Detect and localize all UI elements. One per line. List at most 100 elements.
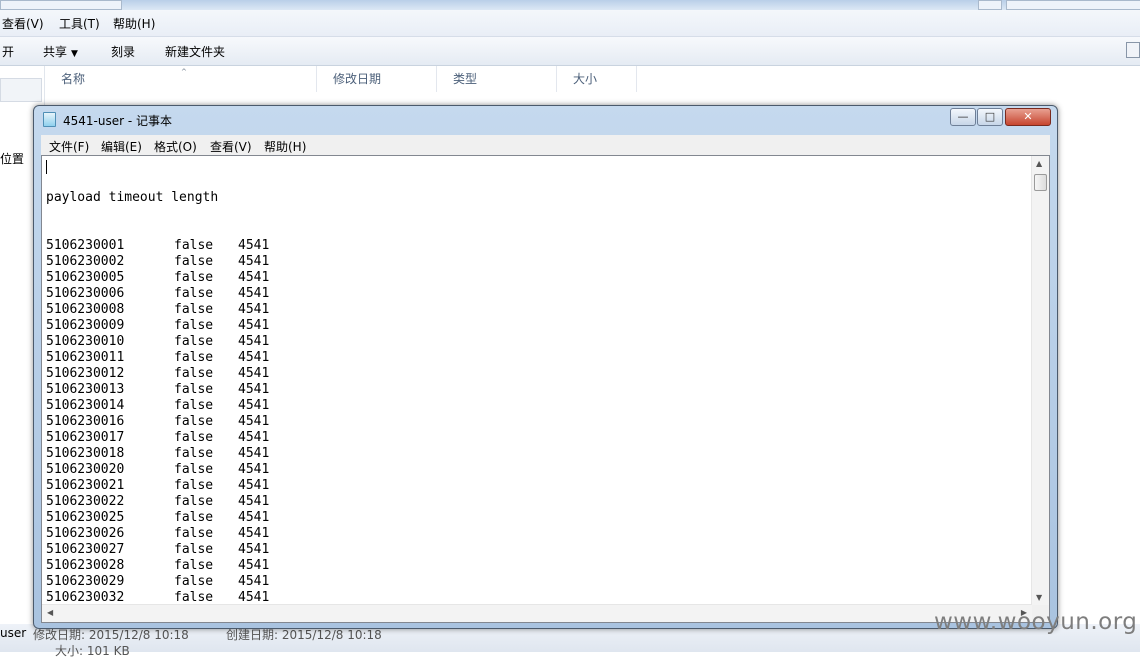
scroll-down-icon[interactable]: ▼ (1036, 593, 1042, 602)
row-length: 4541 (238, 510, 270, 525)
text-row: 5106230029 false 4541 (46, 574, 269, 590)
data-rows: 5106230001 false 4541 5106230002 false 4541 51… (46, 238, 270, 623)
row-payload: 5106230017 (46, 430, 125, 445)
scroll-up-icon[interactable]: ▲ (1036, 159, 1042, 168)
menu-file[interactable]: 文件(F) (49, 138, 89, 155)
chevron-down-icon: ▼ (71, 49, 78, 59)
text-row: 5106230025 false 4541 (46, 510, 269, 526)
row-payload: 5106230010 (46, 334, 125, 349)
explorer-menu-tools[interactable]: 工具(T) (59, 15, 100, 32)
text-row: 5106230010 false 4541 (46, 334, 269, 350)
row-payload: 5106230009 (46, 318, 125, 333)
row-length: 4541 (238, 382, 270, 397)
vertical-scrollbar[interactable]: ▲ ▼ (1031, 156, 1049, 605)
row-timeout: false (174, 622, 238, 623)
layout-pane-icon[interactable] (1126, 42, 1140, 58)
address-dropdown-fragment[interactable] (978, 0, 1002, 10)
new-folder-button[interactable]: 新建文件夹 (165, 43, 225, 60)
row-length: 4541 (238, 254, 270, 269)
row-timeout: false (174, 254, 214, 269)
row-payload: 5106230001 (46, 238, 125, 253)
text-row: 5106230001 false 4541 (46, 238, 269, 254)
row-timeout: false (174, 350, 214, 365)
text-editor-area[interactable]: payload timeout length 5106230001 false 45… (41, 155, 1050, 623)
nav-pane-item[interactable] (0, 78, 42, 102)
menu-view[interactable]: 查看(V) (210, 138, 252, 155)
row-payload: 5106230006 (46, 286, 125, 301)
explorer-menu-view[interactable]: 查看(V) (2, 15, 44, 32)
row-payload: 5106230018 (46, 446, 125, 461)
share-button-label: 共享 (43, 45, 68, 59)
column-header-type[interactable]: 类型 (437, 66, 557, 92)
notepad-window: 4541-user - 记事本 — □ ✕ 文件(F) 编辑(E) 格式(O) … (33, 105, 1058, 629)
column-header-size[interactable]: 大小 (557, 66, 637, 92)
row-timeout: false (174, 526, 214, 541)
row-timeout: false (174, 382, 214, 397)
horizontal-scrollbar[interactable]: ◀ ▶ (42, 604, 1032, 622)
row-payload: 5106230034 (46, 622, 174, 623)
details-filename: user (0, 626, 27, 640)
notepad-icon[interactable] (43, 112, 56, 127)
row-length: 4541 (238, 398, 270, 413)
maximize-button[interactable]: □ (977, 108, 1003, 126)
row-payload: 5106230027 (46, 542, 125, 557)
text-row: 5106230018 false 4541 (46, 446, 269, 462)
text-row: 5106230034false4541 (46, 622, 269, 623)
row-payload: 5106230014 (46, 398, 125, 413)
share-button[interactable]: 共享 ▼ (43, 43, 78, 60)
vertical-scroll-thumb[interactable] (1034, 174, 1047, 191)
header-line: payload timeout length (46, 190, 219, 205)
menu-format[interactable]: 格式(O) (154, 138, 197, 155)
row-payload: 5106230028 (46, 558, 125, 573)
row-payload: 5106230021 (46, 478, 125, 493)
text-row: 5106230008 false 4541 (46, 302, 269, 318)
row-timeout: false (174, 478, 214, 493)
text-row: 5106230021 false 4541 (46, 478, 269, 494)
row-length: 4541 (238, 270, 270, 285)
row-payload: 5106230020 (46, 462, 125, 477)
watermark-text: www.wooyun.org (934, 609, 1138, 635)
row-payload: 5106230005 (46, 270, 125, 285)
row-payload: 5106230029 (46, 574, 125, 589)
row-payload: 5106230013 (46, 382, 125, 397)
explorer-address-strip (0, 0, 1140, 10)
text-row: 5106230028 false 4541 (46, 558, 269, 574)
minimize-button[interactable]: — (950, 108, 976, 126)
burn-button[interactable]: 刻录 (111, 43, 135, 60)
row-length: 4541 (238, 318, 270, 333)
notepad-menubar: 文件(F) 编辑(E) 格式(O) 查看(V) 帮助(H) (41, 135, 1050, 156)
column-header-modified[interactable]: 修改日期 (317, 66, 437, 92)
row-length: 4541 (238, 430, 270, 445)
text-row: 5106230012 false 4541 (46, 366, 269, 382)
row-timeout: false (174, 366, 214, 381)
file-list-header: 名称 修改日期 类型 大小 (45, 66, 1140, 92)
explorer-menu-help[interactable]: 帮助(H) (113, 15, 155, 32)
close-button[interactable]: ✕ (1005, 108, 1051, 126)
search-box-fragment[interactable] (1006, 0, 1140, 10)
row-timeout: false (174, 462, 214, 477)
row-length: 4541 (238, 350, 270, 365)
row-length: 4541 (238, 542, 270, 557)
open-button[interactable]: 开 (2, 43, 14, 60)
scroll-left-icon[interactable]: ◀ (47, 608, 53, 617)
window-title: 4541-user - 记事本 (63, 114, 173, 128)
text-row: 5106230011 false 4541 (46, 350, 269, 366)
nav-pane-locations-label[interactable]: 位置 (0, 150, 24, 167)
row-timeout: false (174, 446, 214, 461)
address-bar-fragment[interactable] (0, 0, 122, 10)
menu-help[interactable]: 帮助(H) (264, 138, 306, 155)
row-length: 4541 (238, 414, 270, 429)
row-length: 4541 (238, 590, 270, 605)
row-length: 4541 (238, 446, 270, 461)
explorer-menubar: 查看(V) 工具(T) 帮助(H) (0, 10, 1140, 37)
row-timeout: false (174, 398, 214, 413)
document-text: payload timeout length 5106230001 false 45… (46, 158, 270, 623)
text-row: 5106230014 false 4541 (46, 398, 269, 414)
notepad-titlebar[interactable]: 4541-user - 记事本 — □ ✕ (34, 106, 1057, 134)
row-timeout: false (174, 286, 214, 301)
row-payload: 5106230025 (46, 510, 125, 525)
menu-edit[interactable]: 编辑(E) (101, 138, 142, 155)
row-length: 4541 (238, 478, 270, 493)
row-payload: 5106230011 (46, 350, 125, 365)
row-length: 4541 (238, 334, 270, 349)
